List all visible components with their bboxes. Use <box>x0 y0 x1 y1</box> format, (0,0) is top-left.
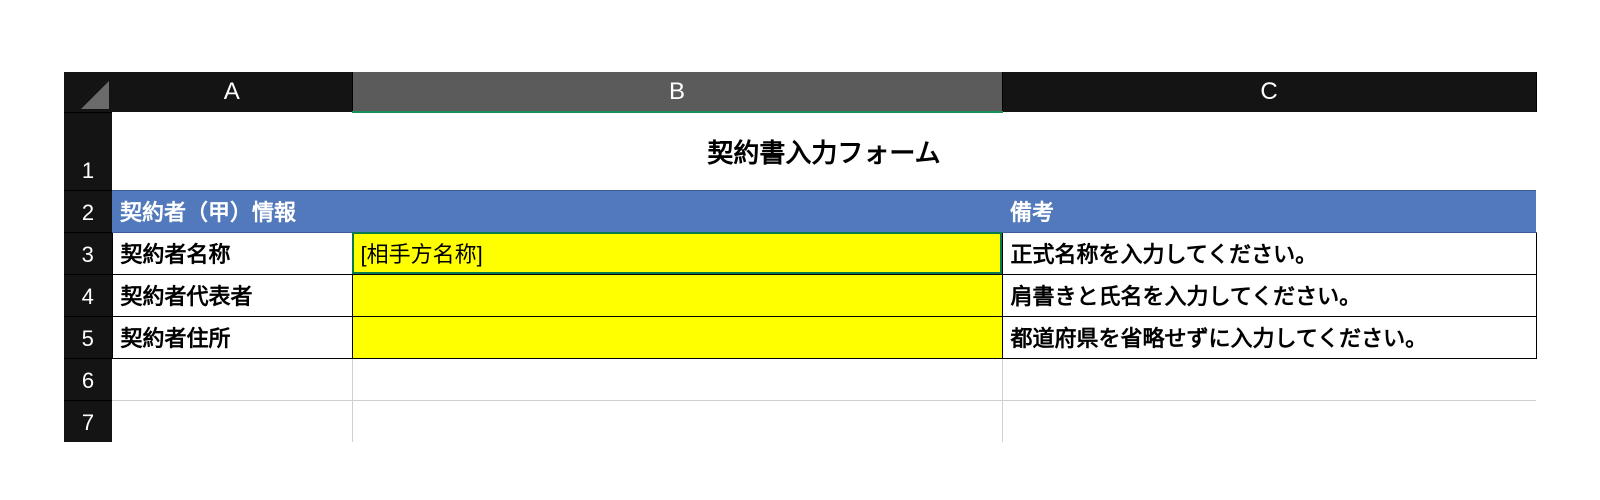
grid-table: A B C 1 契約書入力フォーム 2 契約者（甲）情報 備考 3 契約者名称 … <box>64 72 1537 442</box>
spreadsheet-grid: A B C 1 契約書入力フォーム 2 契約者（甲）情報 備考 3 契約者名称 … <box>64 72 1536 442</box>
section-header-a[interactable]: 契約者（甲）情報 <box>112 190 352 232</box>
row-header-2[interactable]: 2 <box>64 190 112 232</box>
note-contractor-rep[interactable]: 肩書きと氏名を入力してください。 <box>1002 274 1536 316</box>
label-contractor-rep[interactable]: 契約者代表者 <box>112 274 352 316</box>
row-header-5[interactable]: 5 <box>64 316 112 358</box>
row-header-6[interactable]: 6 <box>64 358 112 400</box>
row-header-4[interactable]: 4 <box>64 274 112 316</box>
section-header-b[interactable] <box>352 190 1002 232</box>
label-contractor-addr[interactable]: 契約者住所 <box>112 316 352 358</box>
row-2: 2 契約者（甲）情報 備考 <box>64 190 1536 232</box>
select-all-corner[interactable] <box>64 72 112 112</box>
cell-C6[interactable] <box>1002 358 1536 400</box>
input-contractor-addr[interactable] <box>352 316 1002 358</box>
row-3: 3 契約者名称 [相手方名称] 正式名称を入力してください。 <box>64 232 1536 274</box>
column-header-A[interactable]: A <box>112 72 352 112</box>
note-contractor-name[interactable]: 正式名称を入力してください。 <box>1002 232 1536 274</box>
row-header-3[interactable]: 3 <box>64 232 112 274</box>
label-contractor-name[interactable]: 契約者名称 <box>112 232 352 274</box>
row-5: 5 契約者住所 都道府県を省略せずに入力してください。 <box>64 316 1536 358</box>
cell-B7[interactable] <box>352 400 1002 442</box>
row-7: 7 <box>64 400 1536 442</box>
row-1: 1 契約書入力フォーム <box>64 112 1536 190</box>
section-header-c[interactable]: 備考 <box>1002 190 1536 232</box>
cell-A6[interactable] <box>112 358 352 400</box>
note-contractor-addr[interactable]: 都道府県を省略せずに入力してください。 <box>1002 316 1536 358</box>
row-header-1[interactable]: 1 <box>64 112 112 190</box>
row-4: 4 契約者代表者 肩書きと氏名を入力してください。 <box>64 274 1536 316</box>
row-6: 6 <box>64 358 1536 400</box>
column-header-C[interactable]: C <box>1002 72 1536 112</box>
input-contractor-name[interactable]: [相手方名称] <box>352 232 1002 274</box>
input-contractor-rep[interactable] <box>352 274 1002 316</box>
column-header-row: A B C <box>64 72 1536 112</box>
row-header-7[interactable]: 7 <box>64 400 112 442</box>
form-title[interactable]: 契約書入力フォーム <box>112 112 1536 190</box>
cell-C7[interactable] <box>1002 400 1536 442</box>
cell-A7[interactable] <box>112 400 352 442</box>
column-header-B[interactable]: B <box>352 72 1002 112</box>
cell-B6[interactable] <box>352 358 1002 400</box>
